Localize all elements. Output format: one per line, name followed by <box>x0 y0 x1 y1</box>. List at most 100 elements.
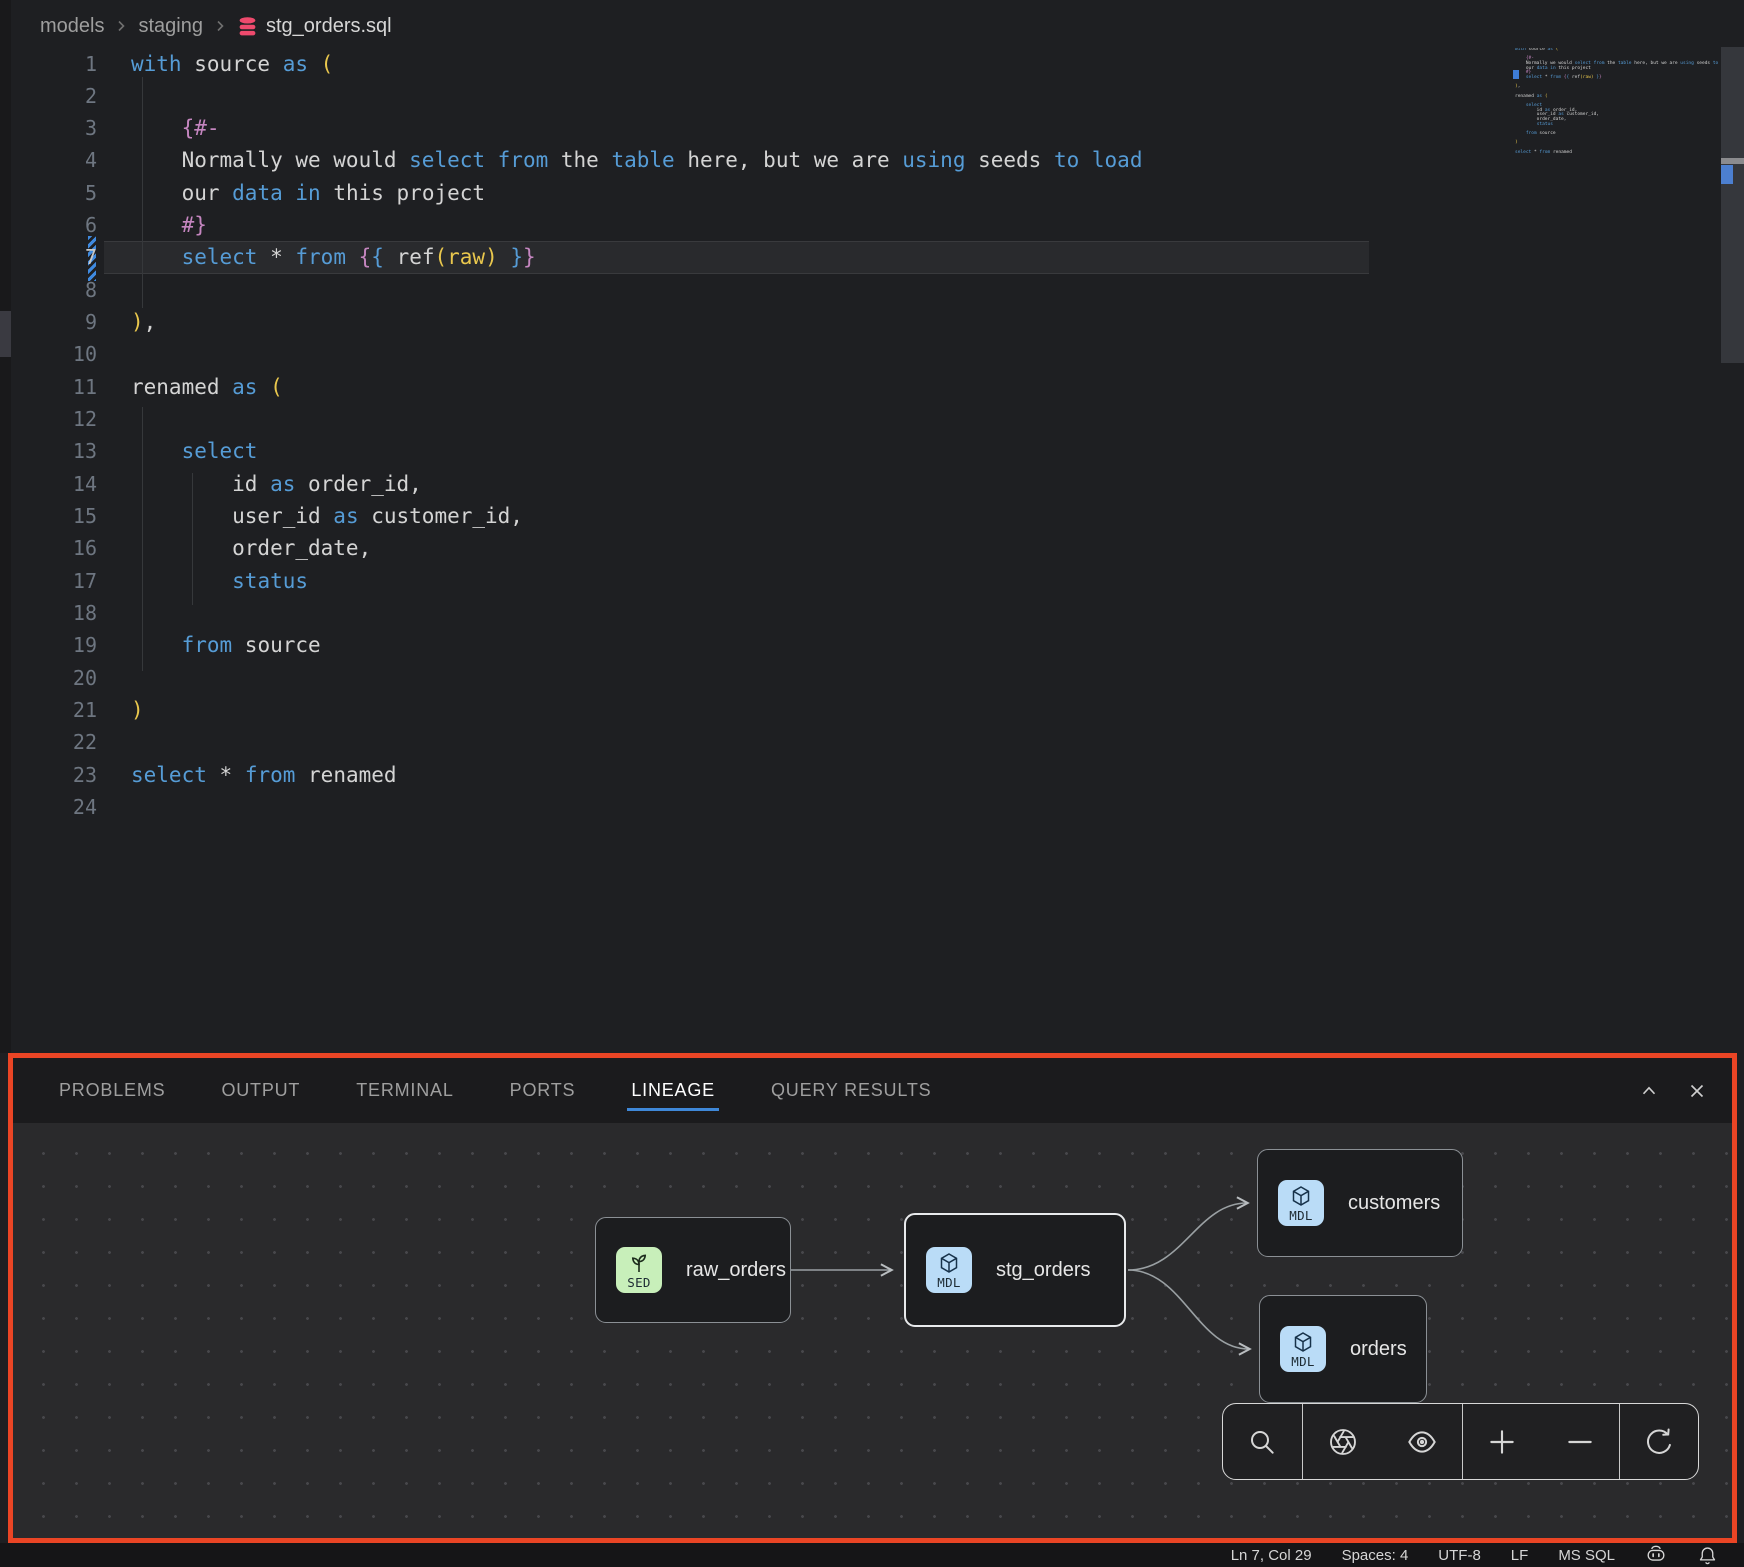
code-line: 14 id as order_id, <box>11 467 1744 500</box>
vscode-window: models staging stg_orders.sql 1with sour… <box>0 0 1744 1567</box>
sidebar-scroll-indicator <box>0 311 11 357</box>
breadcrumb-item-staging[interactable]: staging <box>138 15 203 38</box>
lineage-node-orders[interactable]: MDL orders <box>1259 1295 1427 1403</box>
breadcrumb-file-name[interactable]: stg_orders.sql <box>266 15 392 38</box>
search-icon[interactable] <box>1240 1420 1284 1464</box>
lineage-canvas[interactable]: SEDraw_ordersMDLstg_ordersMDLcustomersMD… <box>13 1123 1732 1538</box>
panel-tab-bar: PROBLEMS OUTPUT TERMINAL PORTS LINEAGE QUERY … <box>13 1058 1732 1123</box>
code-line: 8 <box>11 273 1744 306</box>
code-line: 20 <box>11 661 1744 694</box>
line-number: 19 <box>11 633 97 657</box>
chevron-right-icon <box>114 19 128 33</box>
tab-query-results[interactable]: QUERY RESULTS <box>771 1058 931 1123</box>
code-line: 18 <box>11 597 1744 630</box>
breadcrumb-item-models[interactable]: models <box>40 15 104 38</box>
line-number: 23 <box>11 763 97 787</box>
tab-lineage[interactable]: LINEAGE <box>631 1058 715 1123</box>
line-number: 6 <box>11 213 97 237</box>
tab-output[interactable]: OUTPUT <box>221 1058 300 1123</box>
lineage-toolbar <box>1222 1403 1699 1480</box>
line-number: 22 <box>11 730 97 754</box>
edge-stg_orders-to-customers <box>1128 1203 1247 1270</box>
code-line: 5 our data in this project <box>11 176 1744 209</box>
maximize-panel-chevron-up-icon[interactable] <box>1638 1080 1660 1102</box>
line-number: 13 <box>11 439 97 463</box>
line-number: 18 <box>11 601 97 625</box>
line-number: 11 <box>11 375 97 399</box>
zoom-in-icon[interactable] <box>1480 1420 1524 1464</box>
minimap-line-marker <box>1513 70 1519 79</box>
code-line: 19 from source <box>11 629 1744 662</box>
model-icon: MDL <box>1278 1180 1324 1226</box>
copilot-icon[interactable] <box>1645 1544 1667 1566</box>
code-line: 21) <box>11 694 1744 727</box>
code-line: 16 order_date, <box>11 532 1744 565</box>
lineage-node-stg_orders[interactable]: MDL stg_orders <box>904 1213 1126 1327</box>
node-label: raw_orders <box>686 1259 786 1282</box>
line-number: 21 <box>11 698 97 722</box>
line-number: 4 <box>11 148 97 172</box>
refresh-icon[interactable] <box>1637 1420 1681 1464</box>
code-line: 2 <box>11 79 1744 112</box>
lineage-node-raw_orders[interactable]: SED raw_orders <box>595 1217 791 1323</box>
database-icon <box>237 16 258 37</box>
code-line: 4 Normally we would select from the tabl… <box>11 144 1744 177</box>
close-panel-icon[interactable] <box>1686 1080 1708 1102</box>
tab-terminal[interactable]: TERMINAL <box>356 1058 453 1123</box>
minimap[interactable]: with source as ( {#- Normally we would s… <box>1515 48 1718 168</box>
scrollbar-thumb[interactable] <box>1721 47 1744 363</box>
code-line: 13 select <box>11 435 1744 468</box>
bottom-panel: PROBLEMS OUTPUT TERMINAL PORTS LINEAGE QUERY … <box>8 1053 1737 1543</box>
line-number: 2 <box>11 84 97 108</box>
model-icon: MDL <box>1280 1326 1326 1372</box>
code-line: 11renamed as ( <box>11 370 1744 403</box>
code-line: 9), <box>11 306 1744 339</box>
line-number: 20 <box>11 666 97 690</box>
node-type-badge: MDL <box>1289 1208 1312 1223</box>
code-line: 7 select * from {{ ref(raw) }} <box>11 241 1744 274</box>
status-lf[interactable]: LF <box>1511 1547 1529 1564</box>
breadcrumb: models staging stg_orders.sql <box>40 10 392 42</box>
tab-problems[interactable]: PROBLEMS <box>59 1058 165 1123</box>
line-number: 8 <box>11 278 97 302</box>
node-type-badge: SED <box>627 1275 650 1290</box>
line-number: 9 <box>11 310 97 334</box>
status-spaces-4[interactable]: Spaces: 4 <box>1342 1547 1409 1564</box>
lineage-node-customers[interactable]: MDL customers <box>1257 1149 1463 1257</box>
line-number: 3 <box>11 116 97 140</box>
seed-icon: SED <box>616 1247 662 1293</box>
node-label: stg_orders <box>996 1259 1091 1282</box>
status-ln-7-col-29[interactable]: Ln 7, Col 29 <box>1231 1547 1312 1564</box>
model-icon: MDL <box>926 1247 972 1293</box>
node-type-badge: MDL <box>937 1275 960 1290</box>
code-editor[interactable]: 1with source as (23 {#-4 Normally we wou… <box>11 44 1744 1053</box>
tab-ports[interactable]: PORTS <box>510 1058 576 1123</box>
code-line: 22 <box>11 726 1744 759</box>
code-line: 24 <box>11 791 1744 824</box>
status-utf-8[interactable]: UTF-8 <box>1438 1547 1481 1564</box>
eye-icon[interactable] <box>1400 1420 1444 1464</box>
line-number: 16 <box>11 536 97 560</box>
line-number: 12 <box>11 407 97 431</box>
status-bar: Ln 7, Col 29 Spaces: 4 UTF-8 LF MS SQL <box>0 1543 1744 1567</box>
code-line: 3 {#- <box>11 112 1744 145</box>
line-number: 15 <box>11 504 97 528</box>
node-label: customers <box>1348 1192 1440 1215</box>
node-label: orders <box>1350 1338 1407 1361</box>
status-ms-sql[interactable]: MS SQL <box>1558 1547 1615 1564</box>
ruler-line-marker <box>1721 165 1733 184</box>
line-number: 5 <box>11 181 97 205</box>
activity-sidebar-edge <box>0 0 11 1053</box>
line-number: 14 <box>11 472 97 496</box>
line-number: 17 <box>11 569 97 593</box>
zoom-out-icon[interactable] <box>1558 1420 1602 1464</box>
code-line: 12 <box>11 403 1744 436</box>
line-number: 24 <box>11 795 97 819</box>
edge-stg_orders-to-orders <box>1128 1270 1249 1349</box>
line-number: 10 <box>11 342 97 366</box>
bell-icon[interactable] <box>1697 1545 1718 1566</box>
code-line: 17 status <box>11 564 1744 597</box>
code-line: 6 #} <box>11 209 1744 242</box>
code-line: 15 user_id as customer_id, <box>11 500 1744 533</box>
aperture-icon[interactable] <box>1321 1420 1365 1464</box>
